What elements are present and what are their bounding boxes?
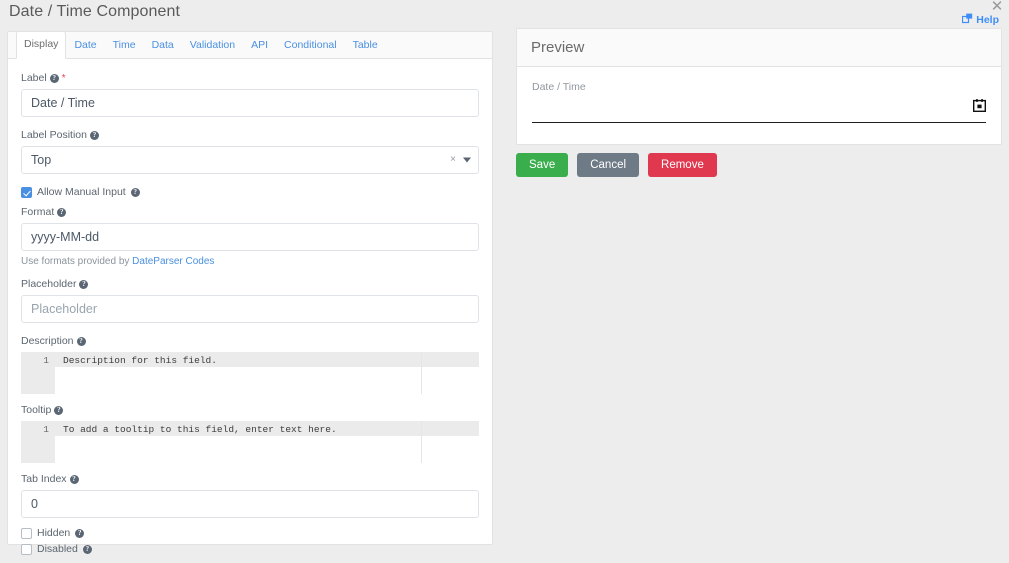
- description-text: Description: [21, 335, 74, 347]
- field-group-placeholder: Placeholder ?: [21, 278, 479, 323]
- preview-date-time-input[interactable]: [532, 99, 987, 123]
- hidden-checkbox[interactable]: [21, 528, 32, 539]
- field-group-description: Description ? 1 Description for this fie…: [21, 335, 479, 394]
- label-field-label: Label ? *: [21, 72, 479, 85]
- help-tooltip-icon[interactable]: ?: [54, 406, 64, 415]
- tab-display[interactable]: Display: [16, 31, 67, 59]
- display-settings-form: Label ? * Label Position ? ×: [8, 59, 492, 556]
- preview-panel: Preview Date / Time: [516, 28, 1002, 145]
- tooltip-editor-text[interactable]: To add a tooltip to this field, enter te…: [63, 423, 337, 436]
- allow-manual-input-label: Allow Manual Input: [37, 186, 126, 198]
- action-buttons: Save Cancel Remove: [516, 153, 717, 177]
- preview-title: Preview: [531, 39, 585, 56]
- label-position-field-label: Label Position ?: [21, 129, 479, 142]
- help-tooltip-icon[interactable]: ?: [76, 337, 86, 346]
- hidden-label: Hidden: [37, 527, 71, 539]
- cancel-button[interactable]: Cancel: [577, 153, 640, 177]
- help-tooltip-icon[interactable]: ?: [82, 545, 92, 554]
- format-field-label: Format ?: [21, 206, 479, 219]
- description-editor-text[interactable]: Description for this field.: [63, 354, 217, 367]
- help-tooltip-icon[interactable]: ?: [130, 188, 140, 197]
- description-field-label: Description ?: [21, 335, 479, 348]
- remove-button[interactable]: Remove: [648, 153, 717, 177]
- help-tooltip-icon[interactable]: ?: [89, 131, 99, 140]
- disabled-checkbox[interactable]: [21, 544, 32, 555]
- close-icon[interactable]: ✕: [990, 0, 1004, 14]
- field-group-tab-index: Tab Index ?: [21, 473, 479, 518]
- tab-time[interactable]: Time: [105, 32, 144, 59]
- windows-external-icon: [962, 13, 973, 27]
- tab-table[interactable]: Table: [345, 32, 386, 59]
- label-position-value[interactable]: [21, 146, 479, 174]
- allow-manual-input-row[interactable]: Allow Manual Input ?: [21, 186, 479, 199]
- tab-validation[interactable]: Validation: [182, 32, 243, 59]
- placeholder-text: Placeholder: [21, 278, 77, 290]
- help-tooltip-icon[interactable]: ?: [75, 529, 85, 538]
- tooltip-text: Tooltip: [21, 404, 52, 416]
- label-text: Label: [21, 72, 47, 84]
- editor-gutter: 1: [21, 421, 55, 463]
- tab-index-input[interactable]: [21, 490, 479, 518]
- label-input[interactable]: [21, 89, 479, 117]
- tab-index-field-label: Tab Index ?: [21, 473, 479, 486]
- help-tooltip-icon[interactable]: ?: [69, 475, 79, 484]
- settings-tabs: Display Date Time Data Validation API Co…: [8, 31, 492, 59]
- editor-print-margin: [421, 421, 422, 463]
- field-group-format: Format ? Use formats provided by DatePar…: [21, 206, 479, 268]
- tooltip-field-label: Tooltip ?: [21, 404, 479, 417]
- editor-line-number: 1: [43, 424, 49, 435]
- editor-line-number: 1: [43, 355, 49, 366]
- format-help-prefix: Use formats provided by: [21, 256, 133, 267]
- help-button[interactable]: Help: [962, 13, 999, 27]
- format-input[interactable]: [21, 223, 479, 251]
- calendar-icon[interactable]: [972, 99, 987, 117]
- component-settings-page: Date / Time Component ✕ Help Display Dat…: [0, 0, 1009, 563]
- disabled-row[interactable]: Disabled ?: [21, 543, 479, 556]
- editor-gutter: 1: [21, 352, 55, 394]
- hidden-row[interactable]: Hidden ?: [21, 527, 479, 540]
- chevron-down-icon[interactable]: [463, 157, 471, 163]
- required-marker: *: [61, 73, 66, 84]
- tooltip-code-editor[interactable]: 1 To add a tooltip to this field, enter …: [21, 421, 479, 463]
- label-position-text: Label Position: [21, 129, 87, 141]
- format-text: Format: [21, 206, 55, 218]
- preview-body: Date / Time: [517, 67, 1001, 123]
- help-tooltip-icon[interactable]: ?: [49, 74, 59, 83]
- help-tooltip-icon[interactable]: ?: [79, 280, 89, 289]
- help-tooltip-icon[interactable]: ?: [57, 208, 67, 217]
- help-label: Help: [976, 14, 999, 26]
- clear-selection-icon[interactable]: ×: [450, 155, 456, 165]
- save-button[interactable]: Save: [516, 153, 569, 177]
- placeholder-field-label: Placeholder ?: [21, 278, 479, 291]
- placeholder-input[interactable]: [21, 295, 479, 323]
- editor-print-margin: [421, 352, 422, 394]
- allow-manual-input-checkbox[interactable]: [21, 187, 32, 198]
- tab-data[interactable]: Data: [144, 32, 182, 59]
- tab-index-text: Tab Index: [21, 473, 67, 485]
- format-help-text: Use formats provided by DateParser Codes: [21, 255, 479, 268]
- preview-field-label: Date / Time: [532, 81, 586, 93]
- tab-date[interactable]: Date: [66, 32, 104, 59]
- tab-conditional[interactable]: Conditional: [276, 32, 345, 59]
- settings-panel: Display Date Time Data Validation API Co…: [7, 31, 493, 555]
- tab-api[interactable]: API: [243, 32, 276, 59]
- dateparser-codes-link[interactable]: DateParser Codes: [132, 256, 214, 267]
- field-group-tooltip: Tooltip ? 1 To add a tooltip to this fie…: [21, 404, 479, 463]
- page-title: Date / Time Component: [9, 3, 181, 20]
- preview-header: Preview: [517, 29, 1001, 67]
- description-code-editor[interactable]: 1 Description for this field.: [21, 352, 479, 394]
- disabled-label: Disabled: [37, 543, 78, 555]
- field-group-label: Label ? *: [21, 72, 479, 117]
- label-position-select[interactable]: ×: [21, 146, 479, 174]
- field-group-label-position: Label Position ? ×: [21, 129, 479, 174]
